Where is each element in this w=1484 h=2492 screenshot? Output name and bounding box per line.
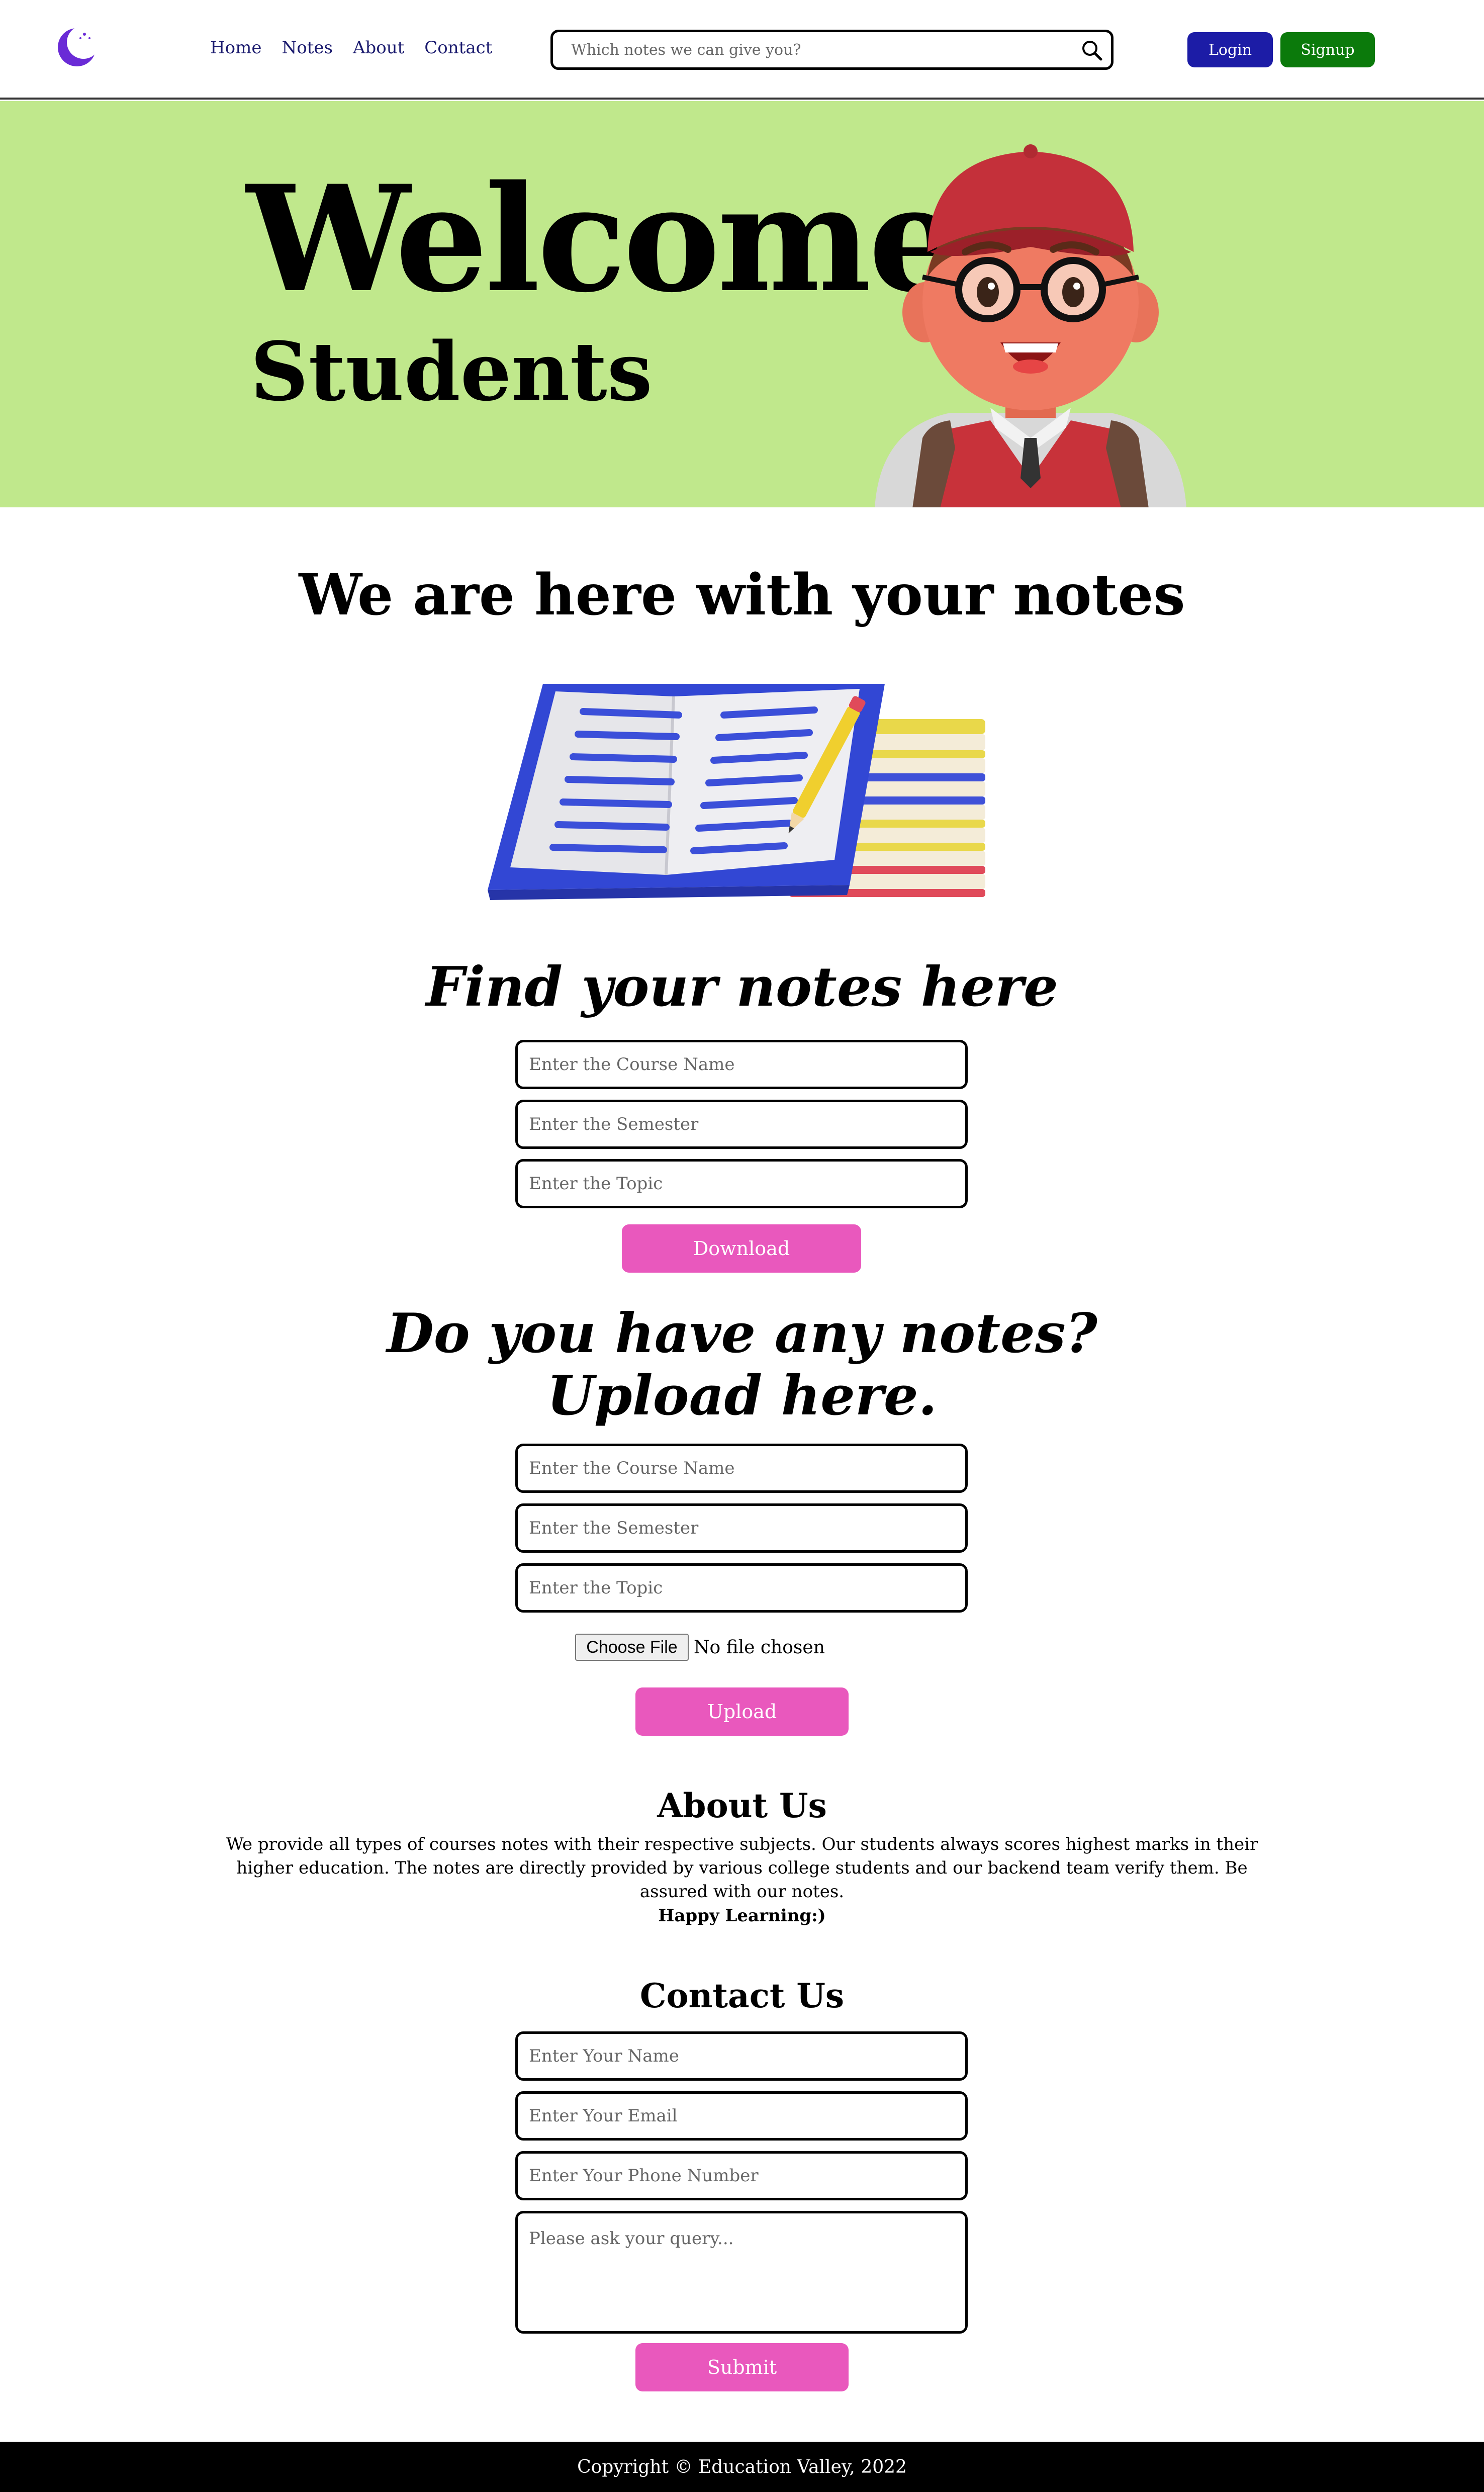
hero-banner: Welcome Students <box>0 101 1484 507</box>
about-text: We provide all types of courses notes wi… <box>226 1834 1258 1902</box>
upload-topic-input[interactable] <box>515 1563 968 1613</box>
contact-email-input[interactable] <box>515 2091 968 2141</box>
search-icon[interactable] <box>1080 38 1104 62</box>
nav-link-home[interactable]: Home <box>210 38 261 58</box>
contact-heading: Contact Us <box>639 1976 845 2015</box>
search-bar <box>550 30 1114 70</box>
nav-link-notes[interactable]: Notes <box>282 38 332 58</box>
notes-heading: We are here with your notes <box>299 562 1185 628</box>
navbar: Home Notes About Contact Login Signup <box>0 0 1484 100</box>
crescent-moon-logo-icon[interactable] <box>54 23 100 68</box>
find-notes-heading: Find your notes here <box>426 955 1058 1019</box>
nav-link-contact[interactable]: Contact <box>424 38 492 58</box>
submit-button[interactable]: Submit <box>635 2343 849 2391</box>
contact-query-textarea[interactable] <box>515 2211 968 2334</box>
hero-title: Welcome <box>246 154 961 325</box>
upload-heading-line2: Upload here. <box>546 1364 938 1428</box>
hero-subtitle: Students <box>250 324 653 419</box>
student-avatar-illustration <box>875 144 1186 507</box>
nav-links: Home Notes About Contact <box>210 38 492 58</box>
find-semester-input[interactable] <box>515 1100 968 1149</box>
find-topic-input[interactable] <box>515 1159 968 1208</box>
search-input[interactable] <box>571 39 1054 60</box>
nav-link-about[interactable]: About <box>353 38 404 58</box>
upload-button[interactable]: Upload <box>635 1687 849 1736</box>
copyright-text: Copyright © Education Valley, 2022 <box>577 2456 907 2477</box>
file-status-text: No file chosen <box>694 1637 825 1658</box>
download-button[interactable]: Download <box>622 1224 861 1273</box>
about-closing: Happy Learning:) <box>658 1906 826 1926</box>
upload-notes-heading: Do you have any notes? Upload here. <box>0 1302 1484 1427</box>
upload-semester-input[interactable] <box>515 1503 968 1553</box>
books-illustration <box>488 684 985 900</box>
footer: Copyright © Education Valley, 2022 <box>0 2442 1484 2492</box>
upload-course-input[interactable] <box>515 1444 968 1493</box>
about-heading: About Us <box>657 1786 827 1825</box>
upload-heading-line1: Do you have any notes? <box>387 1302 1097 1365</box>
signup-button[interactable]: Signup <box>1280 32 1375 67</box>
choose-file-button[interactable]: Choose File <box>575 1634 689 1661</box>
find-course-input[interactable] <box>515 1040 968 1089</box>
login-button[interactable]: Login <box>1187 32 1273 67</box>
file-picker: Choose File No file chosen <box>575 1634 825 1661</box>
contact-name-input[interactable] <box>515 2031 968 2081</box>
contact-phone-input[interactable] <box>515 2151 968 2200</box>
